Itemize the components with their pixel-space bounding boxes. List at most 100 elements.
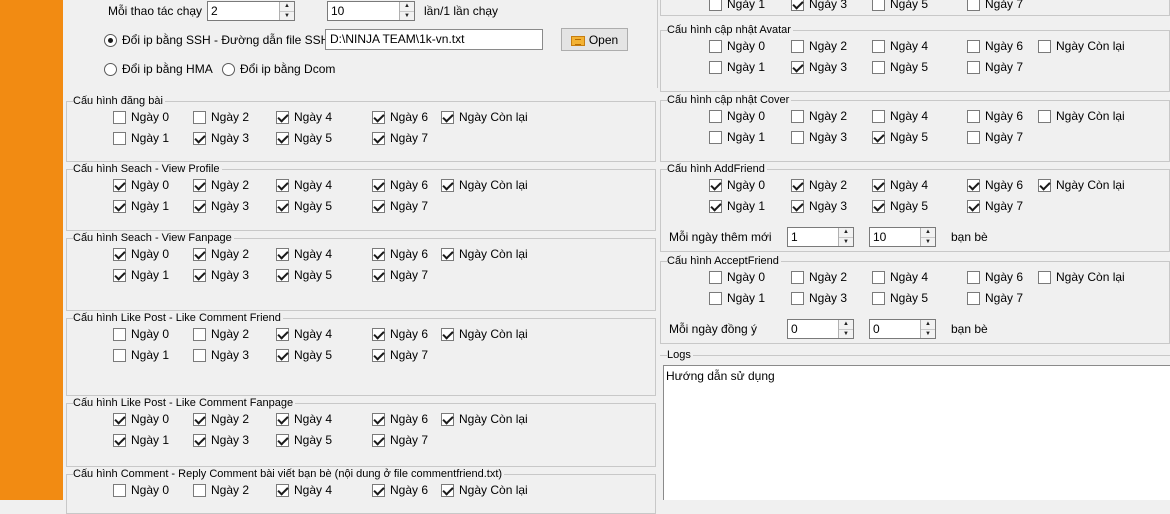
left-checkbox-d2[interactable]: Ngày 2	[193, 177, 249, 193]
left-checkbox-d7[interactable]: Ngày 7	[372, 432, 428, 448]
right-checkbox-d4[interactable]: Ngày 4	[872, 177, 928, 193]
left-checkbox-d5[interactable]: Ngày 5	[276, 432, 332, 448]
ip-dcom-radio[interactable]: Đổi ip bằng Dcom	[222, 61, 335, 77]
left-checkbox-d7[interactable]: Ngày 7	[372, 198, 428, 214]
right-checkbox-d2[interactable]: Ngày 2	[791, 108, 847, 124]
left-checkbox-d4[interactable]: Ngày 4	[276, 482, 332, 498]
right-checkbox-d5[interactable]: Ngày 5	[872, 290, 928, 306]
per-day-spinner-a[interactable]: 1 ▲ ▼	[787, 227, 854, 247]
partial-d1[interactable]: Ngày 1	[709, 0, 765, 12]
right-checkbox-rest[interactable]: Ngày Còn lại	[1038, 108, 1125, 124]
left-checkbox-d0[interactable]: Ngày 0	[113, 109, 169, 125]
right-checkbox-d7[interactable]: Ngày 7	[967, 59, 1023, 75]
left-checkbox-d5[interactable]: Ngày 5	[276, 198, 332, 214]
spin-up-icon[interactable]: ▲	[921, 228, 935, 237]
spin-down-icon[interactable]: ▼	[280, 10, 294, 21]
spin-up-icon[interactable]: ▲	[839, 320, 853, 329]
left-checkbox-d1[interactable]: Ngày 1	[113, 432, 169, 448]
right-checkbox-d3[interactable]: Ngày 3	[791, 198, 847, 214]
right-checkbox-rest[interactable]: Ngày Còn lại	[1038, 177, 1125, 193]
right-checkbox-d0[interactable]: Ngày 0	[709, 177, 765, 193]
left-checkbox-d4[interactable]: Ngày 4	[276, 326, 332, 342]
left-checkbox-d3[interactable]: Ngày 3	[193, 130, 249, 146]
left-checkbox-d4[interactable]: Ngày 4	[276, 177, 332, 193]
left-checkbox-d3[interactable]: Ngày 3	[193, 432, 249, 448]
left-checkbox-d0[interactable]: Ngày 0	[113, 326, 169, 342]
right-checkbox-d3[interactable]: Ngày 3	[791, 129, 847, 145]
right-checkbox-d2[interactable]: Ngày 2	[791, 269, 847, 285]
right-checkbox-d4[interactable]: Ngày 4	[872, 38, 928, 54]
right-checkbox-d1[interactable]: Ngày 1	[709, 129, 765, 145]
spin-down-icon[interactable]: ▼	[921, 236, 935, 247]
per-day-spinner-b[interactable]: 0 ▲ ▼	[869, 319, 936, 339]
per-day-spinner-a[interactable]: 0 ▲ ▼	[787, 319, 854, 339]
right-checkbox-d6[interactable]: Ngày 6	[967, 108, 1023, 124]
left-checkbox-d0[interactable]: Ngày 0	[113, 246, 169, 262]
open-button[interactable]: Open	[561, 28, 628, 51]
left-checkbox-d7[interactable]: Ngày 7	[372, 267, 428, 283]
right-checkbox-d2[interactable]: Ngày 2	[791, 177, 847, 193]
left-checkbox-d4[interactable]: Ngày 4	[276, 109, 332, 125]
spin-down-icon[interactable]: ▼	[839, 328, 853, 339]
left-checkbox-d1[interactable]: Ngày 1	[113, 130, 169, 146]
partial-d3[interactable]: Ngày 3	[791, 0, 847, 12]
left-checkbox-rest[interactable]: Ngày Còn lại	[441, 109, 528, 125]
left-checkbox-d2[interactable]: Ngày 2	[193, 411, 249, 427]
right-checkbox-d6[interactable]: Ngày 6	[967, 269, 1023, 285]
right-checkbox-d3[interactable]: Ngày 3	[791, 290, 847, 306]
spin-up-icon[interactable]: ▲	[839, 228, 853, 237]
left-checkbox-rest[interactable]: Ngày Còn lại	[441, 326, 528, 342]
left-checkbox-d7[interactable]: Ngày 7	[372, 130, 428, 146]
right-checkbox-d5[interactable]: Ngày 5	[872, 198, 928, 214]
left-checkbox-d6[interactable]: Ngày 6	[372, 482, 428, 498]
left-checkbox-d6[interactable]: Ngày 6	[372, 246, 428, 262]
left-checkbox-d2[interactable]: Ngày 2	[193, 482, 249, 498]
right-checkbox-d1[interactable]: Ngày 1	[709, 290, 765, 306]
right-checkbox-d7[interactable]: Ngày 7	[967, 129, 1023, 145]
left-checkbox-d4[interactable]: Ngày 4	[276, 411, 332, 427]
spin-up-icon[interactable]: ▲	[400, 2, 414, 11]
right-checkbox-rest[interactable]: Ngày Còn lại	[1038, 269, 1125, 285]
spin-up-icon[interactable]: ▲	[280, 2, 294, 11]
left-checkbox-d2[interactable]: Ngày 2	[193, 109, 249, 125]
left-checkbox-d1[interactable]: Ngày 1	[113, 267, 169, 283]
left-checkbox-rest[interactable]: Ngày Còn lại	[441, 482, 528, 498]
spin-down-icon[interactable]: ▼	[921, 328, 935, 339]
spin-down-icon[interactable]: ▼	[839, 236, 853, 247]
right-checkbox-d0[interactable]: Ngày 0	[709, 269, 765, 285]
right-checkbox-d4[interactable]: Ngày 4	[872, 269, 928, 285]
right-checkbox-d0[interactable]: Ngày 0	[709, 108, 765, 124]
right-checkbox-d0[interactable]: Ngày 0	[709, 38, 765, 54]
left-checkbox-d5[interactable]: Ngày 5	[276, 347, 332, 363]
left-checkbox-d6[interactable]: Ngày 6	[372, 109, 428, 125]
right-checkbox-d6[interactable]: Ngày 6	[967, 177, 1023, 193]
right-checkbox-d4[interactable]: Ngày 4	[872, 108, 928, 124]
left-checkbox-d1[interactable]: Ngày 1	[113, 347, 169, 363]
right-checkbox-d7[interactable]: Ngày 7	[967, 290, 1023, 306]
actions-spinner-2[interactable]: 10 ▲ ▼	[327, 1, 415, 21]
right-checkbox-d1[interactable]: Ngày 1	[709, 198, 765, 214]
left-checkbox-d5[interactable]: Ngày 5	[276, 130, 332, 146]
left-checkbox-d0[interactable]: Ngày 0	[113, 411, 169, 427]
right-checkbox-d3[interactable]: Ngày 3	[791, 59, 847, 75]
right-checkbox-d6[interactable]: Ngày 6	[967, 38, 1023, 54]
partial-d7[interactable]: Ngày 7	[967, 0, 1023, 12]
left-checkbox-d3[interactable]: Ngày 3	[193, 267, 249, 283]
partial-d5[interactable]: Ngày 5	[872, 0, 928, 12]
right-checkbox-d2[interactable]: Ngày 2	[791, 38, 847, 54]
left-checkbox-d7[interactable]: Ngày 7	[372, 347, 428, 363]
left-checkbox-d6[interactable]: Ngày 6	[372, 326, 428, 342]
right-checkbox-d5[interactable]: Ngày 5	[872, 129, 928, 145]
left-checkbox-d2[interactable]: Ngày 2	[193, 246, 249, 262]
right-checkbox-d1[interactable]: Ngày 1	[709, 59, 765, 75]
right-checkbox-d7[interactable]: Ngày 7	[967, 198, 1023, 214]
per-day-spinner-b[interactable]: 10 ▲ ▼	[869, 227, 936, 247]
left-checkbox-d6[interactable]: Ngày 6	[372, 177, 428, 193]
left-checkbox-d5[interactable]: Ngày 5	[276, 267, 332, 283]
left-checkbox-d6[interactable]: Ngày 6	[372, 411, 428, 427]
left-checkbox-d0[interactable]: Ngày 0	[113, 177, 169, 193]
left-checkbox-d2[interactable]: Ngày 2	[193, 326, 249, 342]
left-checkbox-rest[interactable]: Ngày Còn lại	[441, 411, 528, 427]
spin-up-icon[interactable]: ▲	[921, 320, 935, 329]
spin-down-icon[interactable]: ▼	[400, 10, 414, 21]
